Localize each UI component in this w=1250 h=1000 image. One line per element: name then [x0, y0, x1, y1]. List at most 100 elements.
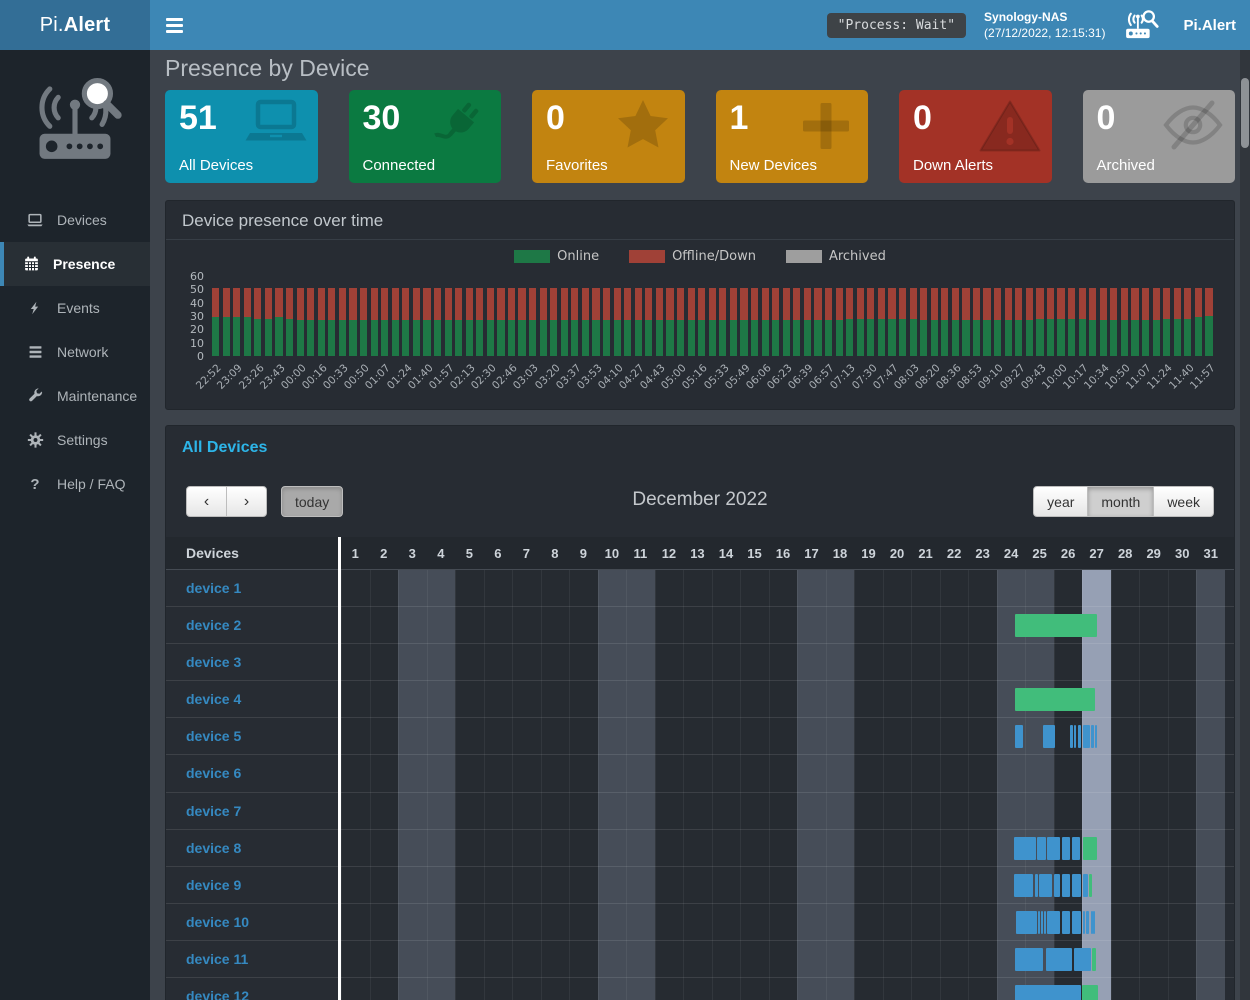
chart-bar	[878, 288, 885, 356]
sidebar-item-network[interactable]: Network	[0, 330, 150, 374]
app-logo[interactable]: Pi.Alert	[0, 0, 150, 50]
day-number: 26	[1054, 537, 1083, 570]
presence-bar-blue[interactable]	[1083, 874, 1088, 897]
presence-bar-blue[interactable]	[1070, 725, 1073, 748]
wrench-icon	[26, 386, 44, 406]
presence-bar-green[interactable]	[1015, 688, 1096, 711]
chart-bar	[275, 288, 282, 356]
presence-bar-blue[interactable]	[1072, 874, 1081, 897]
chart-bar	[836, 288, 843, 356]
presence-bar-blue[interactable]	[1037, 837, 1046, 860]
card-down-alerts[interactable]: 0Down Alerts	[899, 90, 1052, 183]
presence-bar-blue[interactable]	[1044, 911, 1046, 934]
device-link-device-1[interactable]: device 1	[186, 570, 241, 607]
y-axis-tick: 20	[170, 323, 204, 336]
presence-bar-green[interactable]	[1015, 614, 1097, 637]
presence-bar-blue[interactable]	[1062, 874, 1070, 897]
chart-bar	[857, 288, 864, 356]
device-link-device-3[interactable]: device 3	[186, 644, 241, 681]
device-link-device-6[interactable]: device 6	[186, 755, 241, 792]
presence-bar-blue[interactable]	[1083, 911, 1085, 934]
presence-bar-blue[interactable]	[1074, 948, 1091, 971]
device-link-device-5[interactable]: device 5	[186, 718, 241, 755]
device-link-device-10[interactable]: device 10	[186, 904, 249, 941]
presence-bar-blue[interactable]	[1086, 911, 1089, 934]
device-link-device-7[interactable]: device 7	[186, 793, 241, 830]
device-link-device-2[interactable]: device 2	[186, 607, 241, 644]
presence-bar-blue[interactable]	[1039, 874, 1052, 897]
sidebar-item-maintenance[interactable]: Maintenance	[0, 374, 150, 418]
device-link-device-9[interactable]: device 9	[186, 867, 241, 904]
presence-bar-blue[interactable]	[1035, 874, 1038, 897]
presence-bar-blue[interactable]	[1014, 874, 1033, 897]
presence-bar-blue[interactable]	[1054, 874, 1061, 897]
chart-bar	[413, 288, 420, 356]
sidebar-item-events[interactable]: Events	[0, 286, 150, 330]
laptop-icon	[244, 98, 308, 154]
presence-bar-blue[interactable]	[1046, 948, 1072, 971]
device-link-device-12[interactable]: device 12	[186, 978, 249, 1000]
chart-bar	[1036, 288, 1043, 356]
scrollbar-thumb[interactable]	[1241, 78, 1249, 148]
card-favorites[interactable]: 0Favorites	[532, 90, 685, 183]
presence-bar-blue[interactable]	[1091, 725, 1094, 748]
presence-bar-blue[interactable]	[1043, 725, 1055, 748]
sidebar-item-help-faq[interactable]: ?Help / FAQ	[0, 462, 150, 506]
presence-bar-green[interactable]	[1089, 874, 1092, 897]
chart-panel-title: Device presence over time	[166, 201, 1234, 240]
card-all-devices[interactable]: 51All Devices	[165, 90, 318, 183]
chart-bar	[730, 288, 737, 356]
presence-bar-blue[interactable]	[1015, 725, 1022, 748]
year-view-button[interactable]: year	[1033, 486, 1088, 517]
presence-bar-blue[interactable]	[1047, 911, 1060, 934]
presence-bar-blue[interactable]	[1072, 837, 1080, 860]
presence-bar-blue[interactable]	[1015, 985, 1081, 1000]
presence-bar-green[interactable]	[1082, 985, 1099, 1000]
day-number: 16	[769, 537, 798, 570]
sidebar-item-label: Network	[57, 344, 108, 360]
chart-bar	[508, 288, 515, 356]
navbar-app-name: Pi.Alert	[1183, 17, 1236, 34]
presence-bar-blue[interactable]	[1078, 725, 1081, 748]
chart-bar	[719, 288, 726, 356]
card-archived[interactable]: 0Archived	[1083, 90, 1236, 183]
presence-bar-blue[interactable]	[1083, 725, 1090, 748]
presence-bar-blue[interactable]	[1074, 725, 1076, 748]
brand-alert: Alert	[64, 14, 111, 37]
device-row: device 12	[166, 978, 1234, 1000]
device-row: device 5	[166, 718, 1234, 755]
presence-bar-green[interactable]	[1083, 837, 1096, 860]
card-new-devices[interactable]: 1New Devices	[716, 90, 869, 183]
sidebar-item-settings[interactable]: Settings	[0, 418, 150, 462]
chart-bar	[402, 288, 409, 356]
presence-bar-blue[interactable]	[1041, 911, 1043, 934]
chart-bar	[392, 288, 399, 356]
presence-bar-blue[interactable]	[1072, 911, 1081, 934]
presence-bar-blue[interactable]	[1016, 911, 1037, 934]
device-link-device-4[interactable]: device 4	[186, 681, 241, 718]
month-view-button[interactable]: month	[1087, 486, 1154, 517]
week-view-button[interactable]: week	[1153, 486, 1214, 517]
plug-icon	[427, 98, 491, 154]
device-link-device-11[interactable]: device 11	[186, 941, 248, 978]
presence-bar-blue[interactable]	[1095, 725, 1097, 748]
card-connected[interactable]: 30Connected	[349, 90, 502, 183]
chart-bar	[1153, 288, 1160, 356]
presence-chart-panel: Device presence over time OnlineOffline/…	[165, 200, 1235, 410]
sidebar-item-devices[interactable]: Devices	[0, 198, 150, 242]
chart-bar	[994, 288, 1001, 356]
presence-bar-blue[interactable]	[1047, 837, 1060, 860]
presence-bar-green[interactable]	[1092, 948, 1096, 971]
legend-item-online: Online	[514, 249, 599, 264]
device-link-device-8[interactable]: device 8	[186, 830, 241, 867]
presence-bar-blue[interactable]	[1038, 911, 1041, 934]
sidebar-item-presence[interactable]: Presence	[0, 242, 150, 286]
presence-bar-blue[interactable]	[1062, 911, 1071, 934]
chart-bar	[1100, 288, 1107, 356]
presence-bar-blue[interactable]	[1015, 948, 1044, 971]
presence-bar-blue[interactable]	[1014, 837, 1036, 860]
chart-bar	[360, 288, 367, 356]
presence-bar-blue[interactable]	[1062, 837, 1071, 860]
hamburger-menu-icon[interactable]	[152, 0, 196, 50]
presence-bar-blue[interactable]	[1093, 911, 1095, 934]
